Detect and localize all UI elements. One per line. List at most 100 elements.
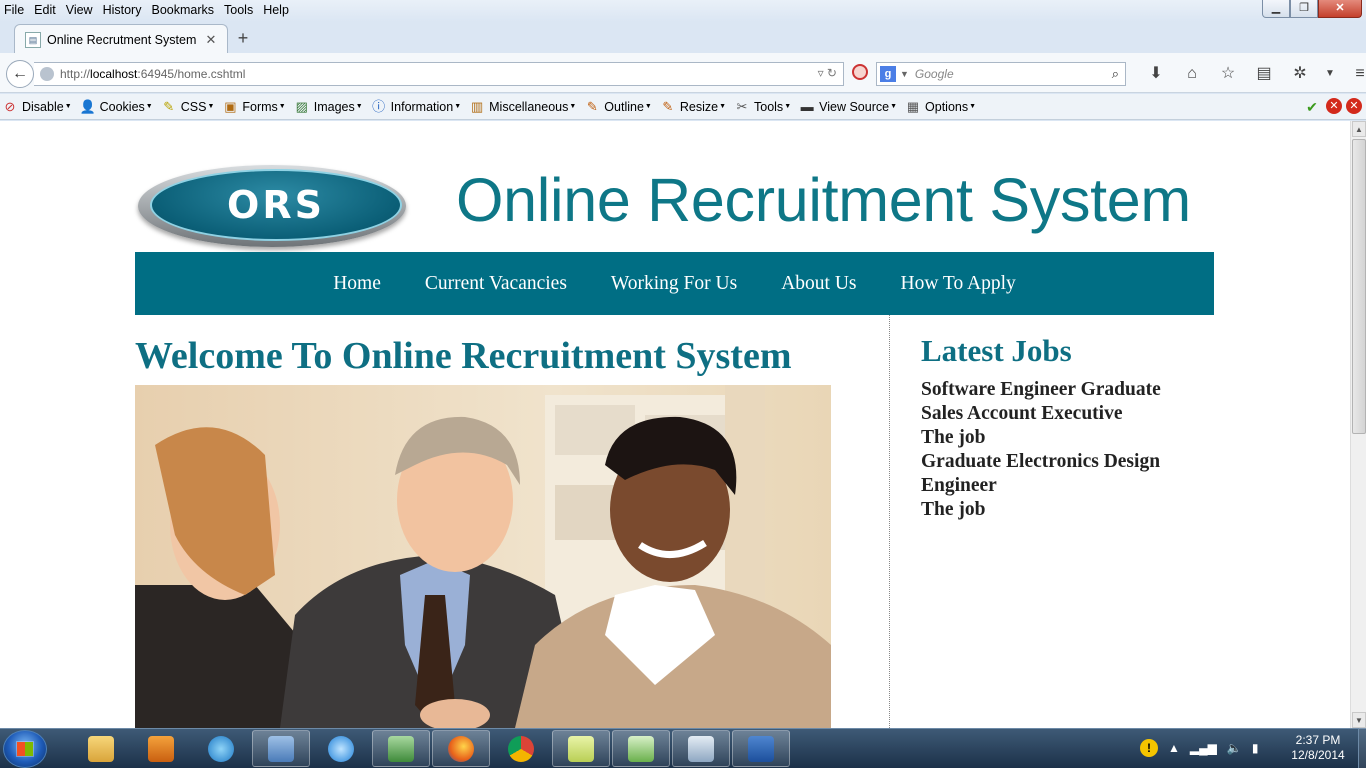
column-divider bbox=[889, 315, 890, 728]
explorer-taskbar-icon[interactable] bbox=[72, 730, 130, 767]
chevron-down-icon[interactable]: ▼ bbox=[1318, 63, 1342, 85]
nav-current-vacancies[interactable]: Current Vacancies bbox=[425, 273, 567, 295]
extension-icon[interactable]: ✲ bbox=[1282, 63, 1318, 85]
chevron-down-icon: ▼ bbox=[207, 103, 215, 110]
url-prefix: http:// bbox=[60, 67, 91, 81]
clock-time: 2:37 PM bbox=[1295, 733, 1341, 747]
firefox-taskbar-icon[interactable] bbox=[432, 730, 490, 767]
notepad-plus-taskbar-icon[interactable] bbox=[612, 730, 670, 767]
reading-list-icon[interactable]: ▤ bbox=[1246, 63, 1282, 85]
job-link[interactable]: Sales Account Executive bbox=[921, 402, 1211, 426]
search-input[interactable]: g ▼ Google ⌕ bbox=[876, 62, 1126, 86]
download-icon[interactable]: ⬇ bbox=[1138, 63, 1174, 85]
disable-icon: ⊘ bbox=[4, 98, 16, 114]
devbar-information[interactable]: ⓘ Information ▼ bbox=[371, 99, 461, 115]
stack-taskbar-icon[interactable] bbox=[672, 730, 730, 767]
globe-icon bbox=[40, 67, 54, 81]
chrome-taskbar-icon[interactable] bbox=[492, 730, 550, 767]
tab-title: Online Recrutment System bbox=[47, 32, 197, 47]
taskbar-clock[interactable]: 2:37 PM 12/8/2014 bbox=[1278, 733, 1358, 763]
tab-strip: ▤ Online Recrutment System ✕ + bbox=[0, 22, 1366, 54]
devbar-options[interactable]: ▦ Options ▼ bbox=[905, 99, 976, 115]
menu-bookmarks[interactable]: Bookmarks bbox=[146, 0, 219, 20]
home-icon[interactable]: ⌂ bbox=[1174, 63, 1210, 85]
devbar-resize[interactable]: ✎ Resize ▼ bbox=[660, 99, 726, 115]
devbar-forms[interactable]: ▣ Forms ▼ bbox=[222, 98, 286, 115]
reload-icon[interactable]: ▿ ↻ bbox=[818, 66, 837, 80]
start-button[interactable] bbox=[3, 730, 47, 768]
site-nav: Home Current Vacancies Working For Us Ab… bbox=[135, 252, 1214, 315]
search-icon[interactable]: ⌕ bbox=[1112, 66, 1119, 82]
devbar-view-source[interactable]: ▬ View Source ▼ bbox=[799, 99, 897, 115]
close-toolbar-icon[interactable]: ✕ bbox=[1346, 98, 1362, 114]
devbar-miscellaneous-label: Miscellaneous bbox=[489, 99, 569, 114]
devbar-cookies-label: Cookies bbox=[99, 99, 145, 114]
chevron-down-icon: ▼ bbox=[355, 103, 363, 110]
nav-home[interactable]: Home bbox=[333, 273, 381, 295]
url-host: localhost bbox=[90, 67, 138, 81]
menu-tools[interactable]: Tools bbox=[219, 0, 258, 20]
latest-jobs-heading: Latest Jobs bbox=[921, 333, 1072, 368]
network-signal-icon[interactable]: ▂▄▆ bbox=[1190, 741, 1217, 755]
devbar-miscellaneous[interactable]: ▥ Miscellaneous ▼ bbox=[469, 99, 576, 115]
menu-file[interactable]: File bbox=[0, 0, 29, 20]
devbar-disable-label: Disable bbox=[22, 99, 64, 114]
tab-online-recruitment[interactable]: ▤ Online Recrutment System ✕ bbox=[14, 24, 228, 54]
close-window-button[interactable]: ✕ bbox=[1318, 0, 1362, 18]
media-player-taskbar-icon[interactable] bbox=[132, 730, 190, 767]
scroll-down-icon[interactable]: ▼ bbox=[1352, 712, 1366, 728]
menu-edit[interactable]: Edit bbox=[29, 0, 61, 20]
devbar-tools[interactable]: ✂ Tools ▼ bbox=[734, 98, 792, 115]
tools-wrench-icon: ✂ bbox=[736, 98, 748, 114]
adblock-icon[interactable] bbox=[852, 64, 868, 80]
warning-icon[interactable]: ! bbox=[1140, 739, 1158, 757]
chevron-down-icon: ▼ bbox=[719, 103, 726, 110]
error-icon[interactable]: ✕ bbox=[1326, 98, 1342, 114]
toolbar-icons: ⬇ ⌂ ☆ ▤ ✲ ▼ ≡ bbox=[1138, 63, 1366, 85]
devbar-disable[interactable]: ⊘ Disable ▼ bbox=[2, 99, 72, 115]
resize-pencil-icon: ✎ bbox=[662, 98, 674, 114]
show-desktop-button[interactable] bbox=[1358, 728, 1366, 768]
url-bar[interactable]: http://localhost:64945/home.cshtml ▿ ↻ bbox=[34, 62, 844, 86]
devbar-css[interactable]: ✎ CSS ▼ bbox=[161, 99, 215, 115]
show-hidden-icons-icon[interactable]: ▲ bbox=[1168, 741, 1180, 755]
forms-clipboard-icon: ▣ bbox=[224, 98, 237, 114]
nav-about-us[interactable]: About Us bbox=[781, 273, 856, 295]
bookmark-star-icon[interactable]: ☆ bbox=[1210, 63, 1246, 85]
new-tab-icon[interactable]: + bbox=[233, 28, 253, 49]
devbar-images[interactable]: ▨ Images ▼ bbox=[294, 99, 363, 115]
job-link[interactable]: The job bbox=[921, 498, 1211, 522]
close-tab-icon[interactable]: ✕ bbox=[203, 32, 219, 48]
page-scrollbar[interactable]: ▲ ▼ bbox=[1350, 121, 1366, 728]
hamburger-menu-icon[interactable]: ≡ bbox=[1342, 63, 1366, 85]
menu-history[interactable]: History bbox=[98, 0, 147, 20]
maximize-button[interactable]: ❐ bbox=[1290, 0, 1318, 18]
back-arrow-icon[interactable]: ← bbox=[6, 60, 34, 88]
chevron-down-icon[interactable]: ▼ bbox=[900, 69, 909, 79]
scroll-thumb[interactable] bbox=[1352, 139, 1366, 434]
outline-pencil-icon: ✎ bbox=[586, 98, 598, 114]
sticky-notes-taskbar-icon[interactable] bbox=[552, 730, 610, 767]
globe-taskbar-icon[interactable] bbox=[192, 730, 250, 767]
google-icon[interactable]: g bbox=[880, 66, 896, 82]
site-logo[interactable]: ORS bbox=[138, 165, 406, 247]
minimize-button[interactable]: ▁ bbox=[1262, 0, 1290, 18]
word-taskbar-icon[interactable] bbox=[732, 730, 790, 767]
internet-explorer-taskbar-icon[interactable] bbox=[312, 730, 370, 767]
job-link[interactable]: Software Engineer Graduate bbox=[921, 378, 1211, 402]
power-icon[interactable]: ▮ bbox=[1252, 741, 1259, 755]
devbar-cookies[interactable]: 👤 Cookies ▼ bbox=[80, 99, 153, 115]
url-rest: :64945/home.cshtml bbox=[137, 67, 246, 81]
nav-how-to-apply[interactable]: How To Apply bbox=[900, 273, 1015, 295]
hp-taskbar-icon[interactable] bbox=[372, 730, 430, 767]
devbar-outline[interactable]: ✎ Outline ▼ bbox=[584, 99, 652, 115]
job-link[interactable]: Graduate Electronics Design Engineer bbox=[921, 450, 1211, 498]
remote-desktop-taskbar-icon[interactable] bbox=[252, 730, 310, 767]
nav-working-for-us[interactable]: Working For Us bbox=[611, 273, 737, 295]
volume-icon[interactable]: 🔈 bbox=[1227, 741, 1242, 755]
scroll-up-icon[interactable]: ▲ bbox=[1352, 121, 1366, 137]
menu-help[interactable]: Help bbox=[258, 0, 294, 20]
job-link[interactable]: The job bbox=[921, 426, 1211, 450]
menu-view[interactable]: View bbox=[61, 0, 98, 20]
checkmark-icon[interactable]: ✔ bbox=[1302, 98, 1322, 116]
